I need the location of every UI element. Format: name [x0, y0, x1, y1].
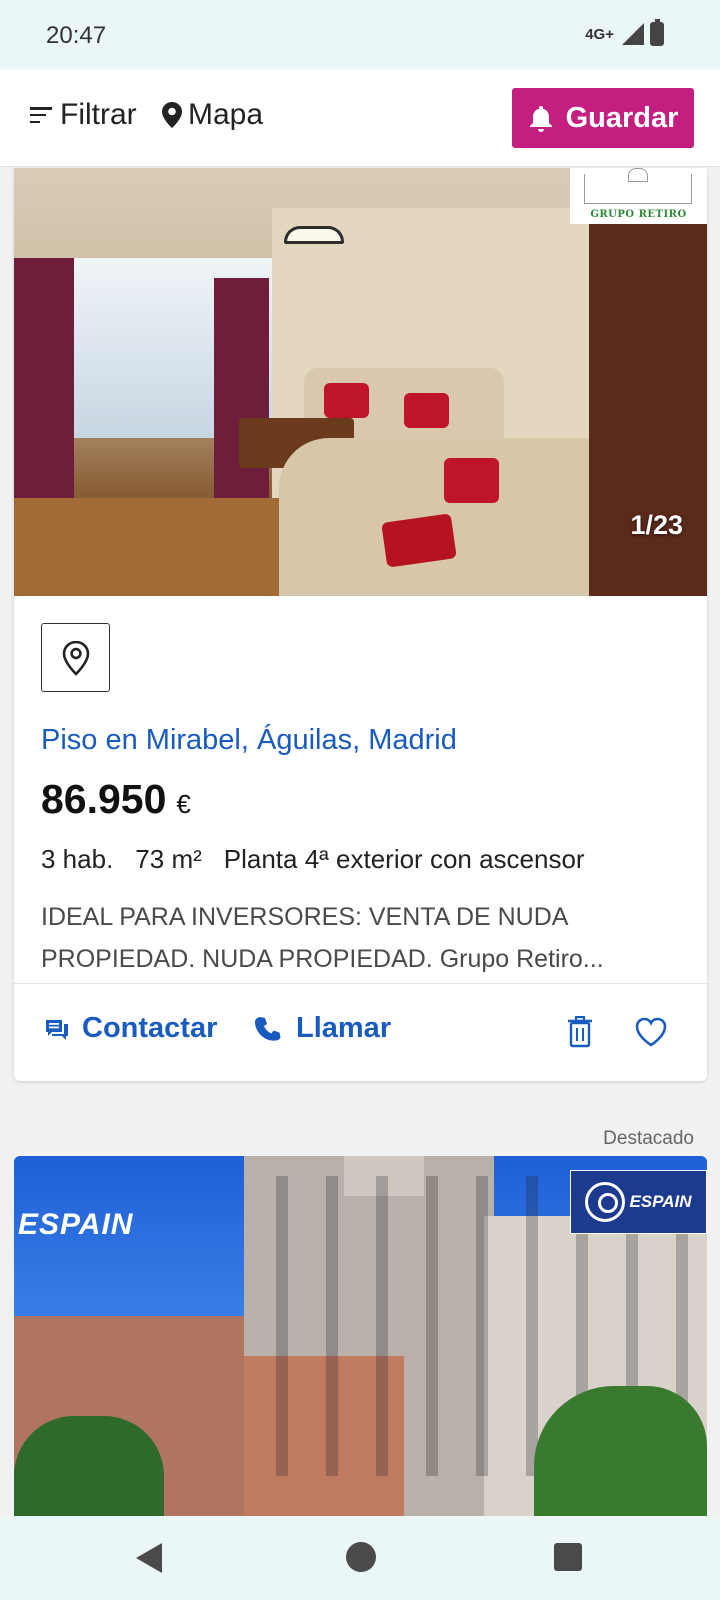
chat-icon	[46, 1019, 68, 1040]
contact-label: Contactar	[82, 1012, 218, 1044]
filter-button[interactable]: Filtrar	[30, 98, 137, 132]
network-type: 4G+	[585, 25, 614, 43]
price-row: 86.950 €	[41, 776, 191, 823]
photo-cushion	[324, 383, 369, 418]
price-currency: €	[176, 789, 191, 819]
photo-cushion	[381, 513, 457, 568]
signal-icon	[622, 23, 644, 45]
listing-price: 86.950	[41, 776, 167, 822]
status-time: 20:47	[46, 22, 107, 49]
house-keyhole-icon	[585, 1182, 626, 1222]
save-search-button[interactable]: Guardar	[512, 88, 694, 148]
call-button[interactable]: Llamar	[254, 1012, 391, 1045]
feature-floor: Planta 4ª exterior con ascensor	[223, 844, 585, 874]
watermark-logo: ESPAIN	[18, 1208, 134, 1241]
call-label: Llamar	[296, 1012, 392, 1044]
photo-cushion	[404, 393, 449, 428]
filter-icon	[30, 104, 54, 126]
photo-lamp	[284, 226, 344, 244]
agency-logo: ESPAIN	[570, 1170, 707, 1234]
agency-logo: GRUPO RETIRO	[570, 168, 707, 224]
logo-dome-icon	[628, 168, 648, 182]
status-icons: 4G+	[585, 19, 664, 46]
back-icon[interactable]	[136, 1543, 162, 1573]
system-nav-bar	[0, 1516, 720, 1600]
listing-description: IDEAL PARA INVERSORES: VENTA DE NUDA PRO…	[41, 903, 604, 973]
map-label: Mapa	[188, 98, 264, 131]
map-button[interactable]: Mapa	[160, 98, 263, 132]
trash-icon[interactable]	[567, 1016, 593, 1048]
photo-tree	[534, 1386, 707, 1516]
recent-apps-icon[interactable]	[554, 1543, 582, 1571]
photo-floor	[14, 498, 314, 596]
photo-counter: 1/23	[630, 510, 683, 540]
feature-rooms: 3 hab.	[41, 844, 114, 874]
featured-listing-card[interactable]: ESPAIN ESPAIN	[14, 1156, 707, 1516]
listing-details: Piso en Mirabel, Águilas, Madrid 86.950 …	[14, 596, 707, 976]
listing-features: 3 hab. 73 m² Planta 4ª exterior con asce…	[41, 844, 585, 875]
location-button[interactable]	[41, 623, 110, 692]
filter-label: Filtrar	[60, 98, 137, 131]
feature-area: 73 m²	[135, 844, 202, 874]
save-label: Guardar	[565, 101, 679, 134]
map-pin-icon	[162, 102, 182, 128]
bell-icon	[529, 106, 552, 132]
listing-actions: Contactar Llamar	[14, 983, 707, 1081]
listing-card[interactable]: GRUPO RETIRO 1/23 Piso en Mirabel, Águil…	[14, 168, 707, 1081]
listing-photo[interactable]: GRUPO RETIRO 1/23	[14, 168, 707, 596]
listing-title[interactable]: Piso en Mirabel, Águilas, Madrid	[41, 724, 457, 757]
favorite-heart-icon[interactable]	[634, 1016, 668, 1048]
home-icon[interactable]	[346, 1542, 376, 1572]
photo-cushion	[444, 458, 499, 503]
status-bar: 20:47 4G+	[0, 0, 720, 70]
location-pin-icon	[62, 640, 89, 676]
agency-logo-text: ESPAIN	[629, 1192, 692, 1211]
photo-curtain	[14, 258, 74, 518]
battery-icon	[650, 19, 664, 46]
contact-button[interactable]: Contactar	[44, 1012, 217, 1045]
photo-tree	[14, 1416, 164, 1516]
featured-label: Destacado	[603, 1128, 694, 1149]
phone-icon	[255, 1016, 281, 1041]
top-action-bar: Filtrar Mapa Guardar	[0, 70, 720, 167]
agency-logo-text: GRUPO RETIRO	[590, 209, 687, 220]
